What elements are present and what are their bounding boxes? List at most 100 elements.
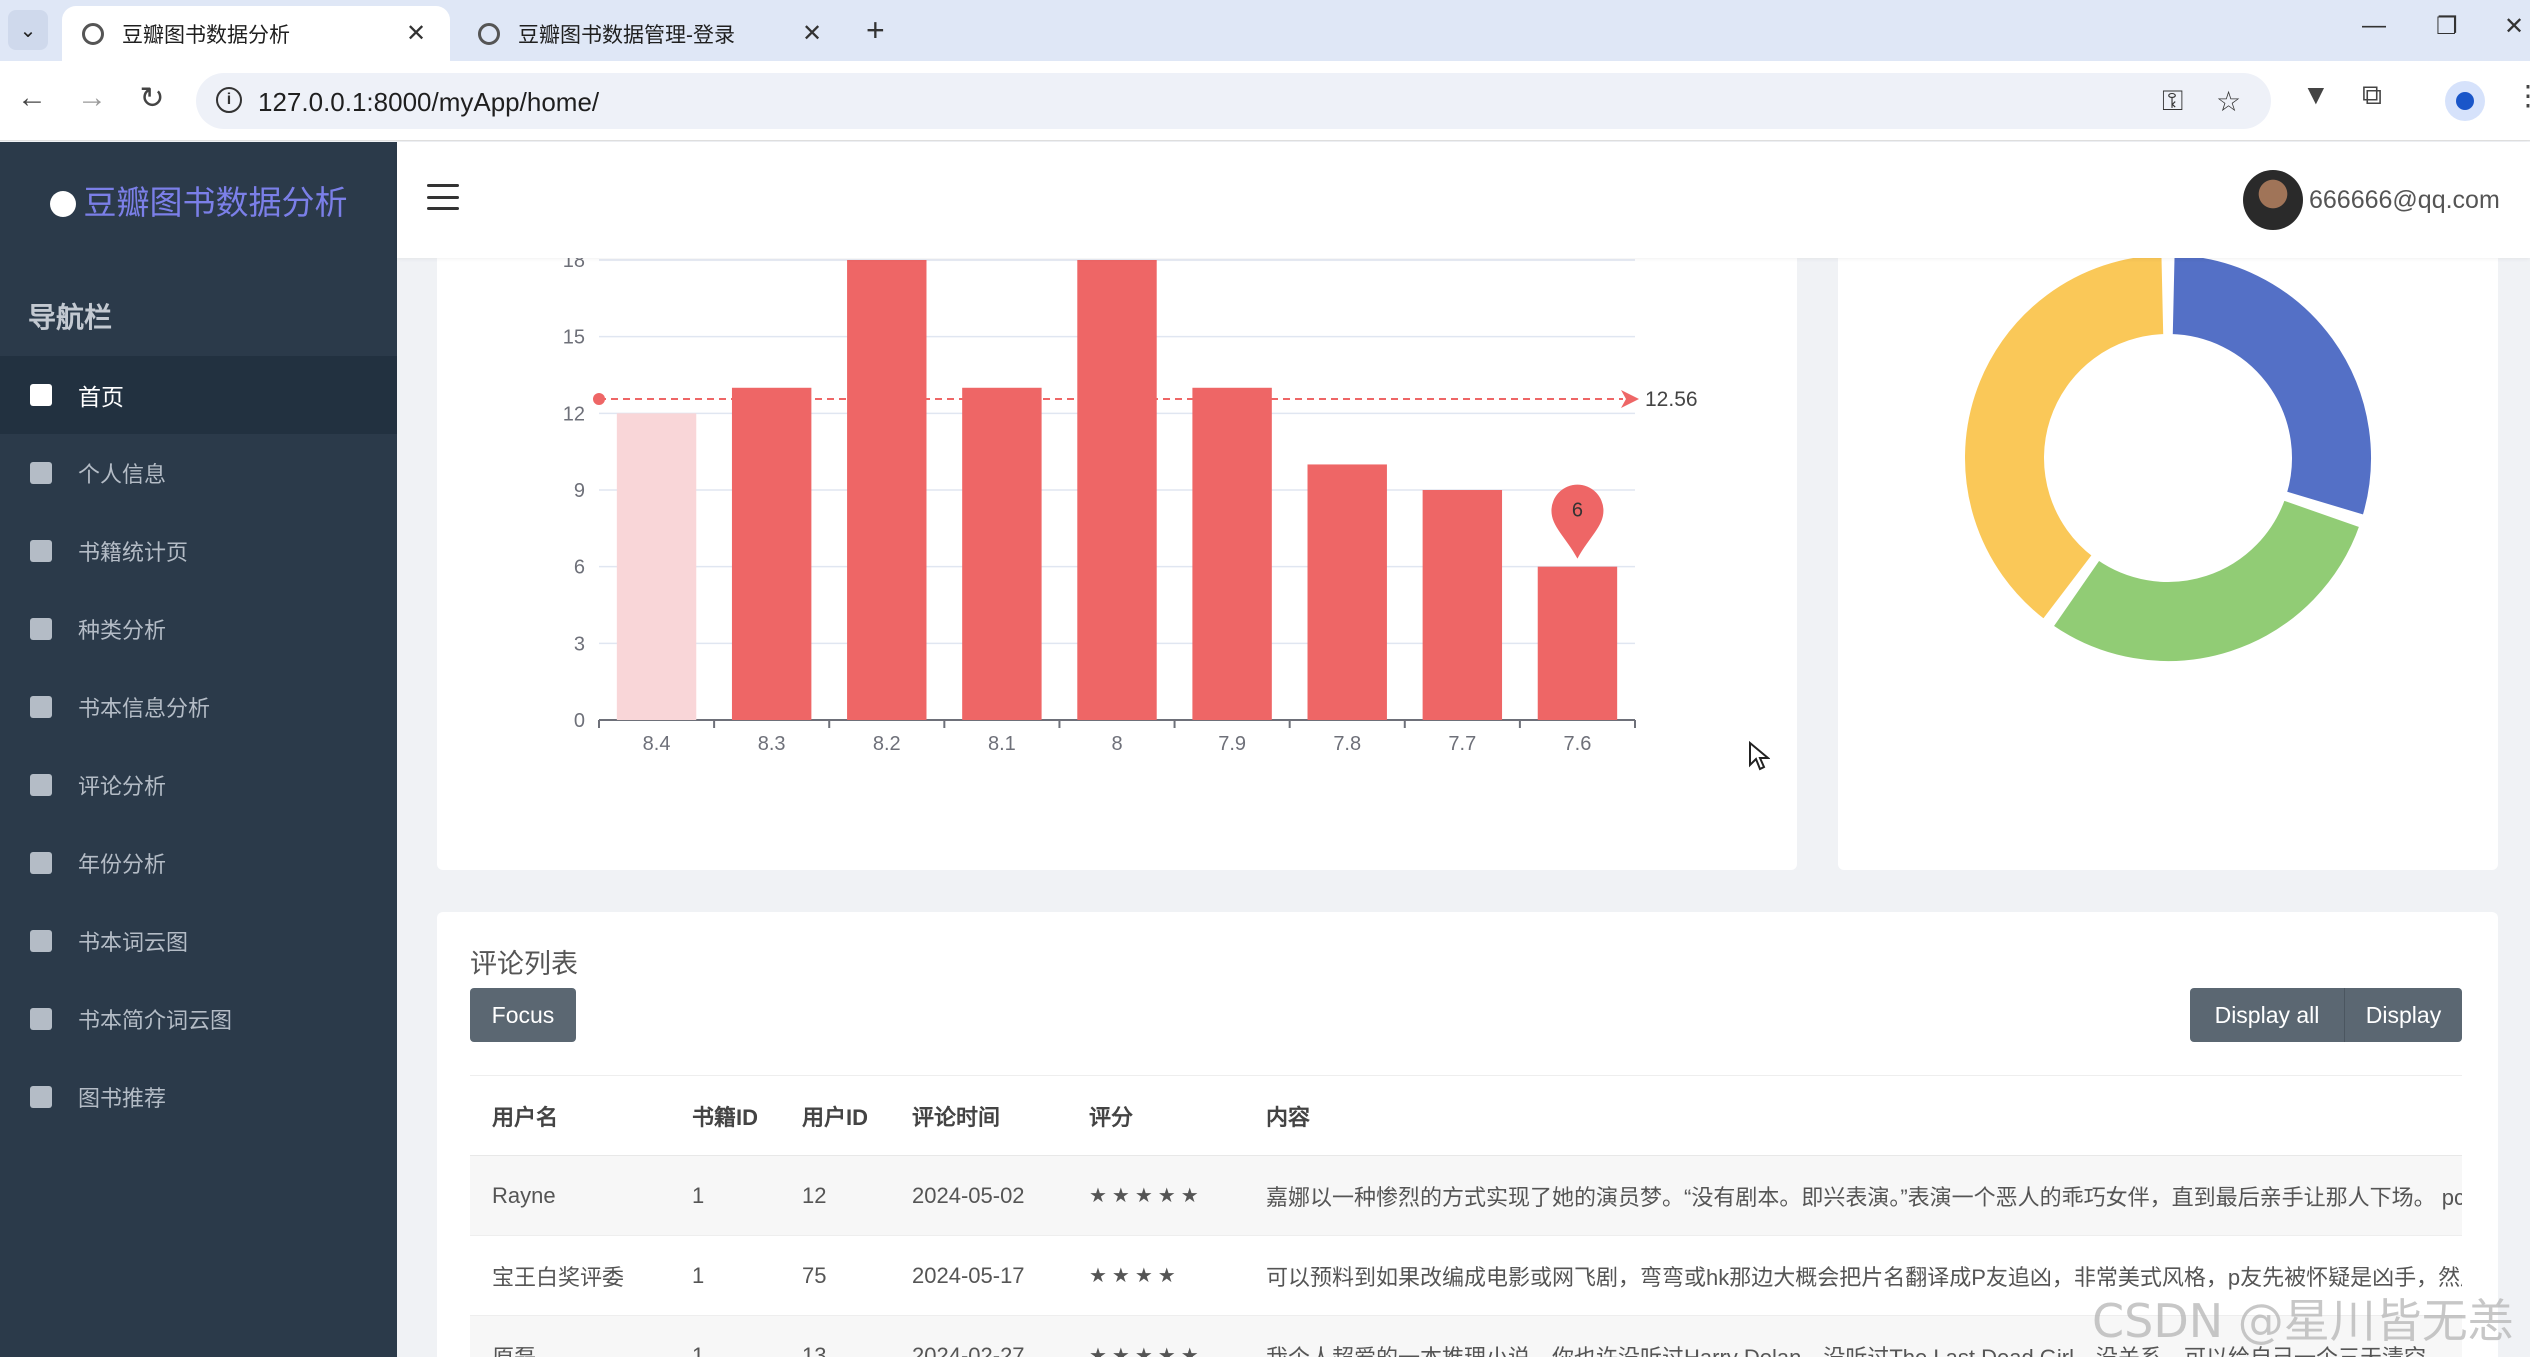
donut-slice: [2049, 496, 2364, 665]
key-icon[interactable]: ⚿: [2162, 85, 2183, 118]
brand[interactable]: 豆瓣图书数据分析: [0, 142, 397, 258]
mark-point-label: 6: [1572, 500, 1583, 522]
donut-chart: [1961, 258, 2375, 665]
sidebar-item-year-analysis[interactable]: 年份分析: [0, 824, 397, 902]
x-tick-label: 7.9: [1218, 733, 1246, 755]
column-header-book-id[interactable]: 书籍ID: [670, 1075, 780, 1156]
extension-icon[interactable]: ▼: [2302, 79, 2330, 111]
column-header-comment-time[interactable]: 评论时间: [890, 1075, 1067, 1156]
cell-rating: ★★★★★: [1067, 1315, 1244, 1357]
mark-line-start: [593, 393, 605, 406]
comments-title: 评论列表: [470, 949, 578, 979]
cell-rating: ★★★★★: [1067, 1155, 1244, 1236]
user-info-icon: [30, 462, 52, 484]
browser-tab-strip: ⌄ 豆瓣图书数据分析 ✕ 豆瓣图书数据管理-登录 ✕ + — ❐ ✕: [0, 0, 2530, 61]
focus-button[interactable]: Focus: [470, 988, 576, 1042]
sidebar-item-recommend[interactable]: 图书推荐: [0, 1058, 397, 1136]
cell-content: 嘉娜以一种惨烈的方式实现了她的演员梦。“没有剧本。即兴表演。”表演一个恶人的乖巧…: [1244, 1155, 2462, 1236]
close-window-button[interactable]: ✕: [2504, 12, 2524, 41]
close-icon[interactable]: ✕: [798, 19, 826, 48]
profile-icon[interactable]: [2445, 81, 2485, 121]
nav-heading: 导航栏: [28, 302, 113, 333]
sidebar-item-book-stats[interactable]: 书籍统计页: [0, 512, 397, 590]
browser-tab[interactable]: 豆瓣图书数据管理-登录 ✕: [458, 6, 846, 61]
cell-user-id: 12: [780, 1155, 890, 1236]
reload-button[interactable]: ↻: [132, 81, 172, 116]
watermark: CSDN @星川皆无恙: [2092, 1294, 2514, 1348]
bar: [1537, 566, 1618, 720]
tab-search-button[interactable]: ⌄: [8, 10, 48, 50]
donut-chart-card: [1838, 258, 2498, 870]
user-email[interactable]: 666666@qq.com: [2309, 186, 2500, 215]
sidebar-item-label: 书籍统计页: [78, 540, 189, 565]
bar: [1422, 490, 1503, 720]
bar: [731, 387, 812, 720]
bar-chart: 0 3 6 9 12 15 18 8.4 8.3 8.2 8.1 8 7.9 7.8 7.7 7.6 12.56…: [563, 258, 1698, 755]
site-info-icon[interactable]: i: [216, 87, 242, 113]
display-button[interactable]: Display: [2345, 988, 2462, 1042]
table-header-row: 用户名 书籍ID 用户ID 评论时间 评分 内容: [470, 1075, 2462, 1156]
hamburger-menu-icon[interactable]: [427, 184, 459, 210]
sidebar-item-wordcloud[interactable]: 书本词云图: [0, 902, 397, 980]
cell-comment-time: 2024-05-17: [890, 1235, 1067, 1316]
column-header-user-id[interactable]: 用户ID: [780, 1075, 890, 1156]
dashboard-icon: [30, 384, 52, 406]
sidebar-item-home[interactable]: 首页: [0, 356, 397, 434]
x-tick-label: 8.1: [988, 733, 1016, 755]
minimize-button[interactable]: —: [2362, 12, 2386, 40]
x-tick-label: 8: [1111, 733, 1122, 755]
sidebar-item-profile[interactable]: 个人信息: [0, 434, 397, 512]
print-icon: [30, 618, 52, 640]
column-header-rating[interactable]: 评分: [1067, 1075, 1244, 1156]
sidebar-item-label: 个人信息: [78, 462, 167, 487]
bar: [962, 387, 1042, 720]
back-button[interactable]: ←: [12, 81, 52, 115]
table-row[interactable]: Rayne 1 12 2024-05-02 ★★★★★ 嘉娜以一种惨烈的方式实现…: [470, 1155, 2462, 1236]
sidebar-item-comment-analysis[interactable]: 评论分析: [0, 746, 397, 824]
app-header: 666666@qq.com: [397, 142, 2530, 258]
restore-button[interactable]: ❐: [2436, 12, 2458, 41]
new-tab-button[interactable]: +: [866, 12, 885, 49]
browser-toolbar: ← → ↻ i 127.0.0.1:8000/myApp/home/ ⚿ ☆ ▼…: [0, 61, 2530, 141]
cell-comment-time: 2024-02-27: [890, 1315, 1067, 1357]
cell-book-id: 1: [670, 1155, 780, 1236]
nav-list: 首页 个人信息 书籍统计页 种类分析 书本信息分析 评论分析 年份分析 书本词云…: [0, 356, 397, 1136]
cell-username: Rayne: [470, 1155, 670, 1236]
y-tick-label: 15: [563, 327, 585, 349]
forward-button[interactable]: →: [72, 81, 112, 115]
cell-username: 宝王白奖评委: [470, 1235, 670, 1316]
bookmark-star-icon[interactable]: ☆: [2216, 85, 2241, 118]
donut-slice: [2168, 258, 2375, 519]
bar: [1192, 387, 1272, 720]
cell-book-id: 1: [670, 1315, 780, 1357]
bar: [616, 413, 697, 720]
book-icon: [30, 696, 52, 718]
browser-tab-active[interactable]: 豆瓣图书数据分析 ✕: [62, 6, 450, 61]
x-tick-label: 7.8: [1333, 733, 1361, 755]
sidebar-item-book-info-analysis[interactable]: 书本信息分析: [0, 668, 397, 746]
sidebar-item-label: 种类分析: [78, 618, 167, 643]
cloud-upload-icon: [30, 1008, 52, 1030]
globe-icon: [82, 22, 104, 45]
brand-title: 豆瓣图书数据分析: [83, 184, 348, 221]
puzzle-icon[interactable]: ⧉: [2362, 79, 2382, 112]
column-header-username[interactable]: 用户名: [470, 1075, 670, 1156]
x-tick-label: 8.2: [873, 733, 901, 755]
address-bar[interactable]: i 127.0.0.1:8000/myApp/home/ ⚿ ☆: [196, 73, 2271, 129]
pie-chart-icon: [49, 191, 76, 217]
history-icon: [30, 852, 52, 874]
mark-line-label: 12.56: [1645, 388, 1698, 411]
menu-dots-icon[interactable]: ⋮: [2514, 79, 2530, 112]
x-tick-label: 8.4: [643, 733, 671, 755]
display-all-button[interactable]: Display all: [2190, 988, 2345, 1042]
close-icon[interactable]: ✕: [402, 19, 430, 48]
url-text[interactable]: 127.0.0.1:8000/myApp/home/: [258, 87, 599, 118]
sidebar-item-summary-wordcloud[interactable]: 书本简介词云图: [0, 980, 397, 1058]
sidebar-item-category-analysis[interactable]: 种类分析: [0, 590, 397, 668]
avatar[interactable]: [2243, 170, 2303, 230]
sidebar-item-label: 图书推荐: [78, 1086, 167, 1111]
plus-square-icon: [30, 1086, 52, 1108]
cloud-icon: [30, 930, 52, 952]
cell-book-id: 1: [670, 1235, 780, 1316]
column-header-content[interactable]: 内容: [1244, 1075, 2462, 1156]
